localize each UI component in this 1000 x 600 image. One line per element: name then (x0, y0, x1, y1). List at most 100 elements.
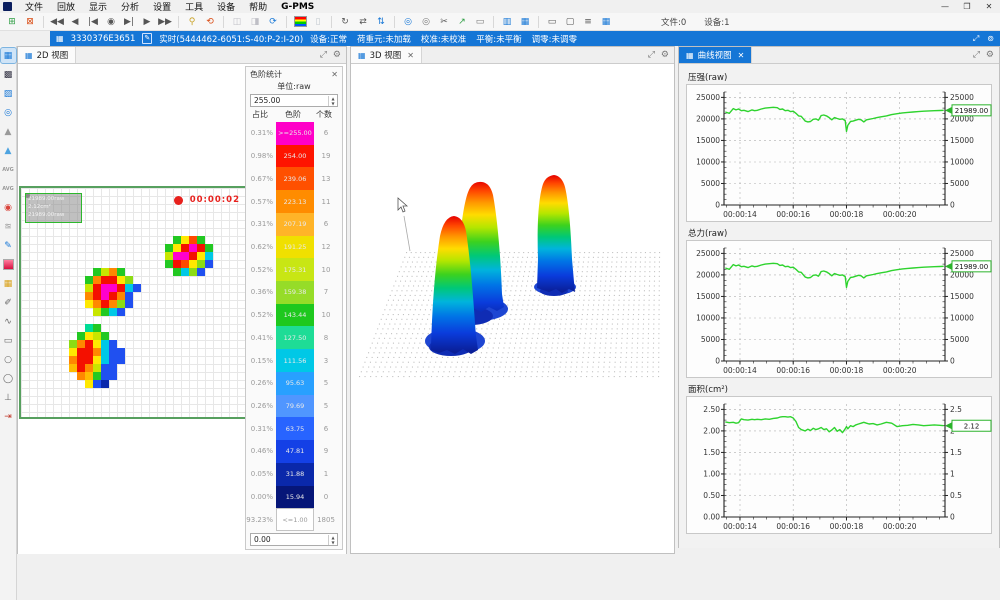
pressure-cell (101, 300, 109, 308)
svg-text:0.00: 0.00 (703, 513, 720, 522)
close-icon[interactable]: ✕ (738, 51, 745, 60)
go-to-start-icon[interactable]: |◀ (85, 15, 101, 29)
close-icon[interactable]: ✕ (407, 51, 414, 60)
step-backward-icon[interactable]: ◀ (67, 15, 83, 29)
rail-rect-icon[interactable]: ▭ (1, 333, 16, 348)
expand-icon[interactable]: ⤢ (973, 50, 980, 60)
chart-pressure[interactable]: 0050005000100001000015000150002000020000… (686, 84, 992, 222)
rail-3d-surface-icon[interactable]: ▨ (1, 86, 16, 101)
rail-2d-view-icon[interactable]: ▦ (1, 48, 16, 63)
clipboard-icon[interactable]: ▯ (310, 15, 326, 29)
grid-view-icon[interactable]: ▦ (517, 15, 533, 29)
close-icon[interactable]: ✕ (331, 70, 338, 79)
menu-item-3[interactable]: 分析 (114, 0, 146, 13)
surface-3d-view[interactable] (351, 64, 674, 553)
tab-2d-view[interactable]: ▦ 2D 视图 (18, 47, 76, 63)
spinner-icon[interactable]: ▲▼ (328, 96, 337, 106)
rail-avg-icon[interactable]: AVG (1, 162, 16, 177)
camera-icon[interactable]: ◫ (229, 15, 245, 29)
fast-backward-icon[interactable]: ◀◀ (49, 15, 65, 29)
rail-palette-icon[interactable]: ▦ (1, 276, 16, 291)
rail-ellipse-icon[interactable]: ◯ (1, 371, 16, 386)
measurement-overlay[interactable]: 21989.00raw 2.12cm² 21989.00raw (25, 193, 82, 223)
spinner-icon[interactable]: ▲▼ (328, 535, 337, 545)
gear-icon[interactable]: ⚙ (333, 50, 341, 60)
go-to-end-icon[interactable]: ▶| (121, 15, 137, 29)
rail-axis-icon[interactable]: ⊥ (1, 390, 16, 405)
list-icon[interactable]: ≡ (580, 15, 596, 29)
close-button[interactable]: ✕ (978, 2, 1000, 11)
loop-icon[interactable]: ⟲ (202, 15, 218, 29)
min-value-input[interactable]: 0.00 ▲▼ (250, 533, 338, 546)
remove-window-icon[interactable]: ⊠ (22, 15, 38, 29)
tab-3d-view[interactable]: ▦ 3D 视图 ✕ (351, 47, 422, 63)
tab-curve-view[interactable]: ▦ 曲线视图 ✕ (679, 47, 752, 63)
export-icon[interactable]: ↗ (454, 15, 470, 29)
chart-force[interactable]: 0050005000100001000015000150002000020000… (686, 240, 992, 378)
menu-item-7[interactable]: 帮助 (242, 0, 274, 13)
record-dot-icon (174, 196, 183, 205)
split-view-icon[interactable]: ▥ (499, 15, 515, 29)
menu-item-1[interactable]: 回放 (50, 0, 82, 13)
stop-icon[interactable]: ◉ (103, 15, 119, 29)
chart-area[interactable]: 0.0000.500.51.0011.501.52.0022.502.500:0… (686, 396, 992, 534)
pressure-cell (101, 372, 109, 380)
gear-icon[interactable]: ⚙ (661, 50, 669, 60)
pressure-map-2d[interactable]: 21989.00raw 2.12cm² 21989.00raw 00:00:02 (19, 186, 252, 419)
pressure-cell (77, 348, 85, 356)
menu-gpms[interactable]: G-PMS (274, 2, 321, 12)
target-active-icon[interactable]: ◎ (400, 15, 416, 29)
color-scale-row: 0.62%191.2512 (246, 236, 342, 259)
minimize-button[interactable]: — (934, 2, 956, 11)
menu-item-4[interactable]: 设置 (146, 0, 178, 13)
rail-circle-icon[interactable]: ○ (1, 352, 16, 367)
row-color-chip: 254.00 (276, 145, 314, 168)
rail-record-icon[interactable]: ◉ (1, 200, 16, 215)
rail-gradient-icon[interactable] (1, 257, 16, 272)
info-icon[interactable]: ⊚ (987, 34, 994, 44)
rail-polyline-icon[interactable]: ∿ (1, 314, 16, 329)
rail-peak-active-icon[interactable]: ▲ (1, 143, 16, 158)
swap-horizontal-icon[interactable]: ⇄ (355, 15, 371, 29)
fast-forward-icon[interactable]: ▶▶ (157, 15, 173, 29)
frame-icon[interactable]: ▭ (472, 15, 488, 29)
menu-item-0[interactable]: 文件 (18, 0, 50, 13)
layout-grid-icon[interactable]: ▦ (598, 15, 614, 29)
swap-vertical-icon[interactable]: ⇅ (373, 15, 389, 29)
rail-grid-icon[interactable]: ▩ (1, 67, 16, 82)
expand-icon[interactable]: ⤢ (973, 34, 979, 44)
rotate-icon[interactable]: ↻ (337, 15, 353, 29)
max-value-input[interactable]: 255.00 ▲▼ (250, 94, 338, 107)
target-icon[interactable]: ◎ (418, 15, 434, 29)
rail-avg-2-icon[interactable]: AVG (1, 181, 16, 196)
gear-icon[interactable]: ⚙ (986, 50, 994, 60)
rail-pencil-icon[interactable]: ✐ (1, 295, 16, 310)
monitor-icon[interactable]: ▢ (562, 15, 578, 29)
max-value-text: 255.00 (251, 96, 328, 105)
camera-gauge-icon[interactable]: ◨ (247, 15, 263, 29)
rail-exit-icon[interactable]: ⇥ (1, 409, 16, 424)
pin-icon[interactable]: ⚲ (184, 15, 200, 29)
expand-icon[interactable]: ⤢ (320, 50, 327, 60)
frame-select-icon[interactable]: ▭ (544, 15, 560, 29)
expand-icon[interactable]: ⤢ (648, 50, 655, 60)
menu-item-6[interactable]: 设备 (210, 0, 242, 13)
color-scale-row: 0.26%95.635 (246, 372, 342, 395)
cut-icon[interactable]: ✂ (436, 15, 452, 29)
menu-item-5[interactable]: 工具 (178, 0, 210, 13)
rail-stamp-icon[interactable]: ≊ (1, 219, 16, 234)
colormap-icon[interactable] (292, 15, 308, 29)
play-icon[interactable]: ▶ (139, 15, 155, 29)
camera-loop-icon[interactable]: ⟳ (265, 15, 281, 29)
row-color-chip: 15.94 (276, 486, 314, 509)
maximize-button[interactable]: ❐ (956, 2, 978, 11)
pressure-cell (125, 276, 133, 284)
edit-icon[interactable]: ✎ (142, 33, 152, 44)
color-scale-row: 0.41%127.508 (246, 326, 342, 349)
rail-target-icon[interactable]: ◎ (1, 105, 16, 120)
overlay-handle-icon[interactable] (25, 193, 30, 198)
rail-peak-icon[interactable]: ▲ (1, 124, 16, 139)
add-window-icon[interactable]: ⊞ (4, 15, 20, 29)
menu-item-2[interactable]: 显示 (82, 0, 114, 13)
rail-pen-icon[interactable]: ✎ (1, 238, 16, 253)
